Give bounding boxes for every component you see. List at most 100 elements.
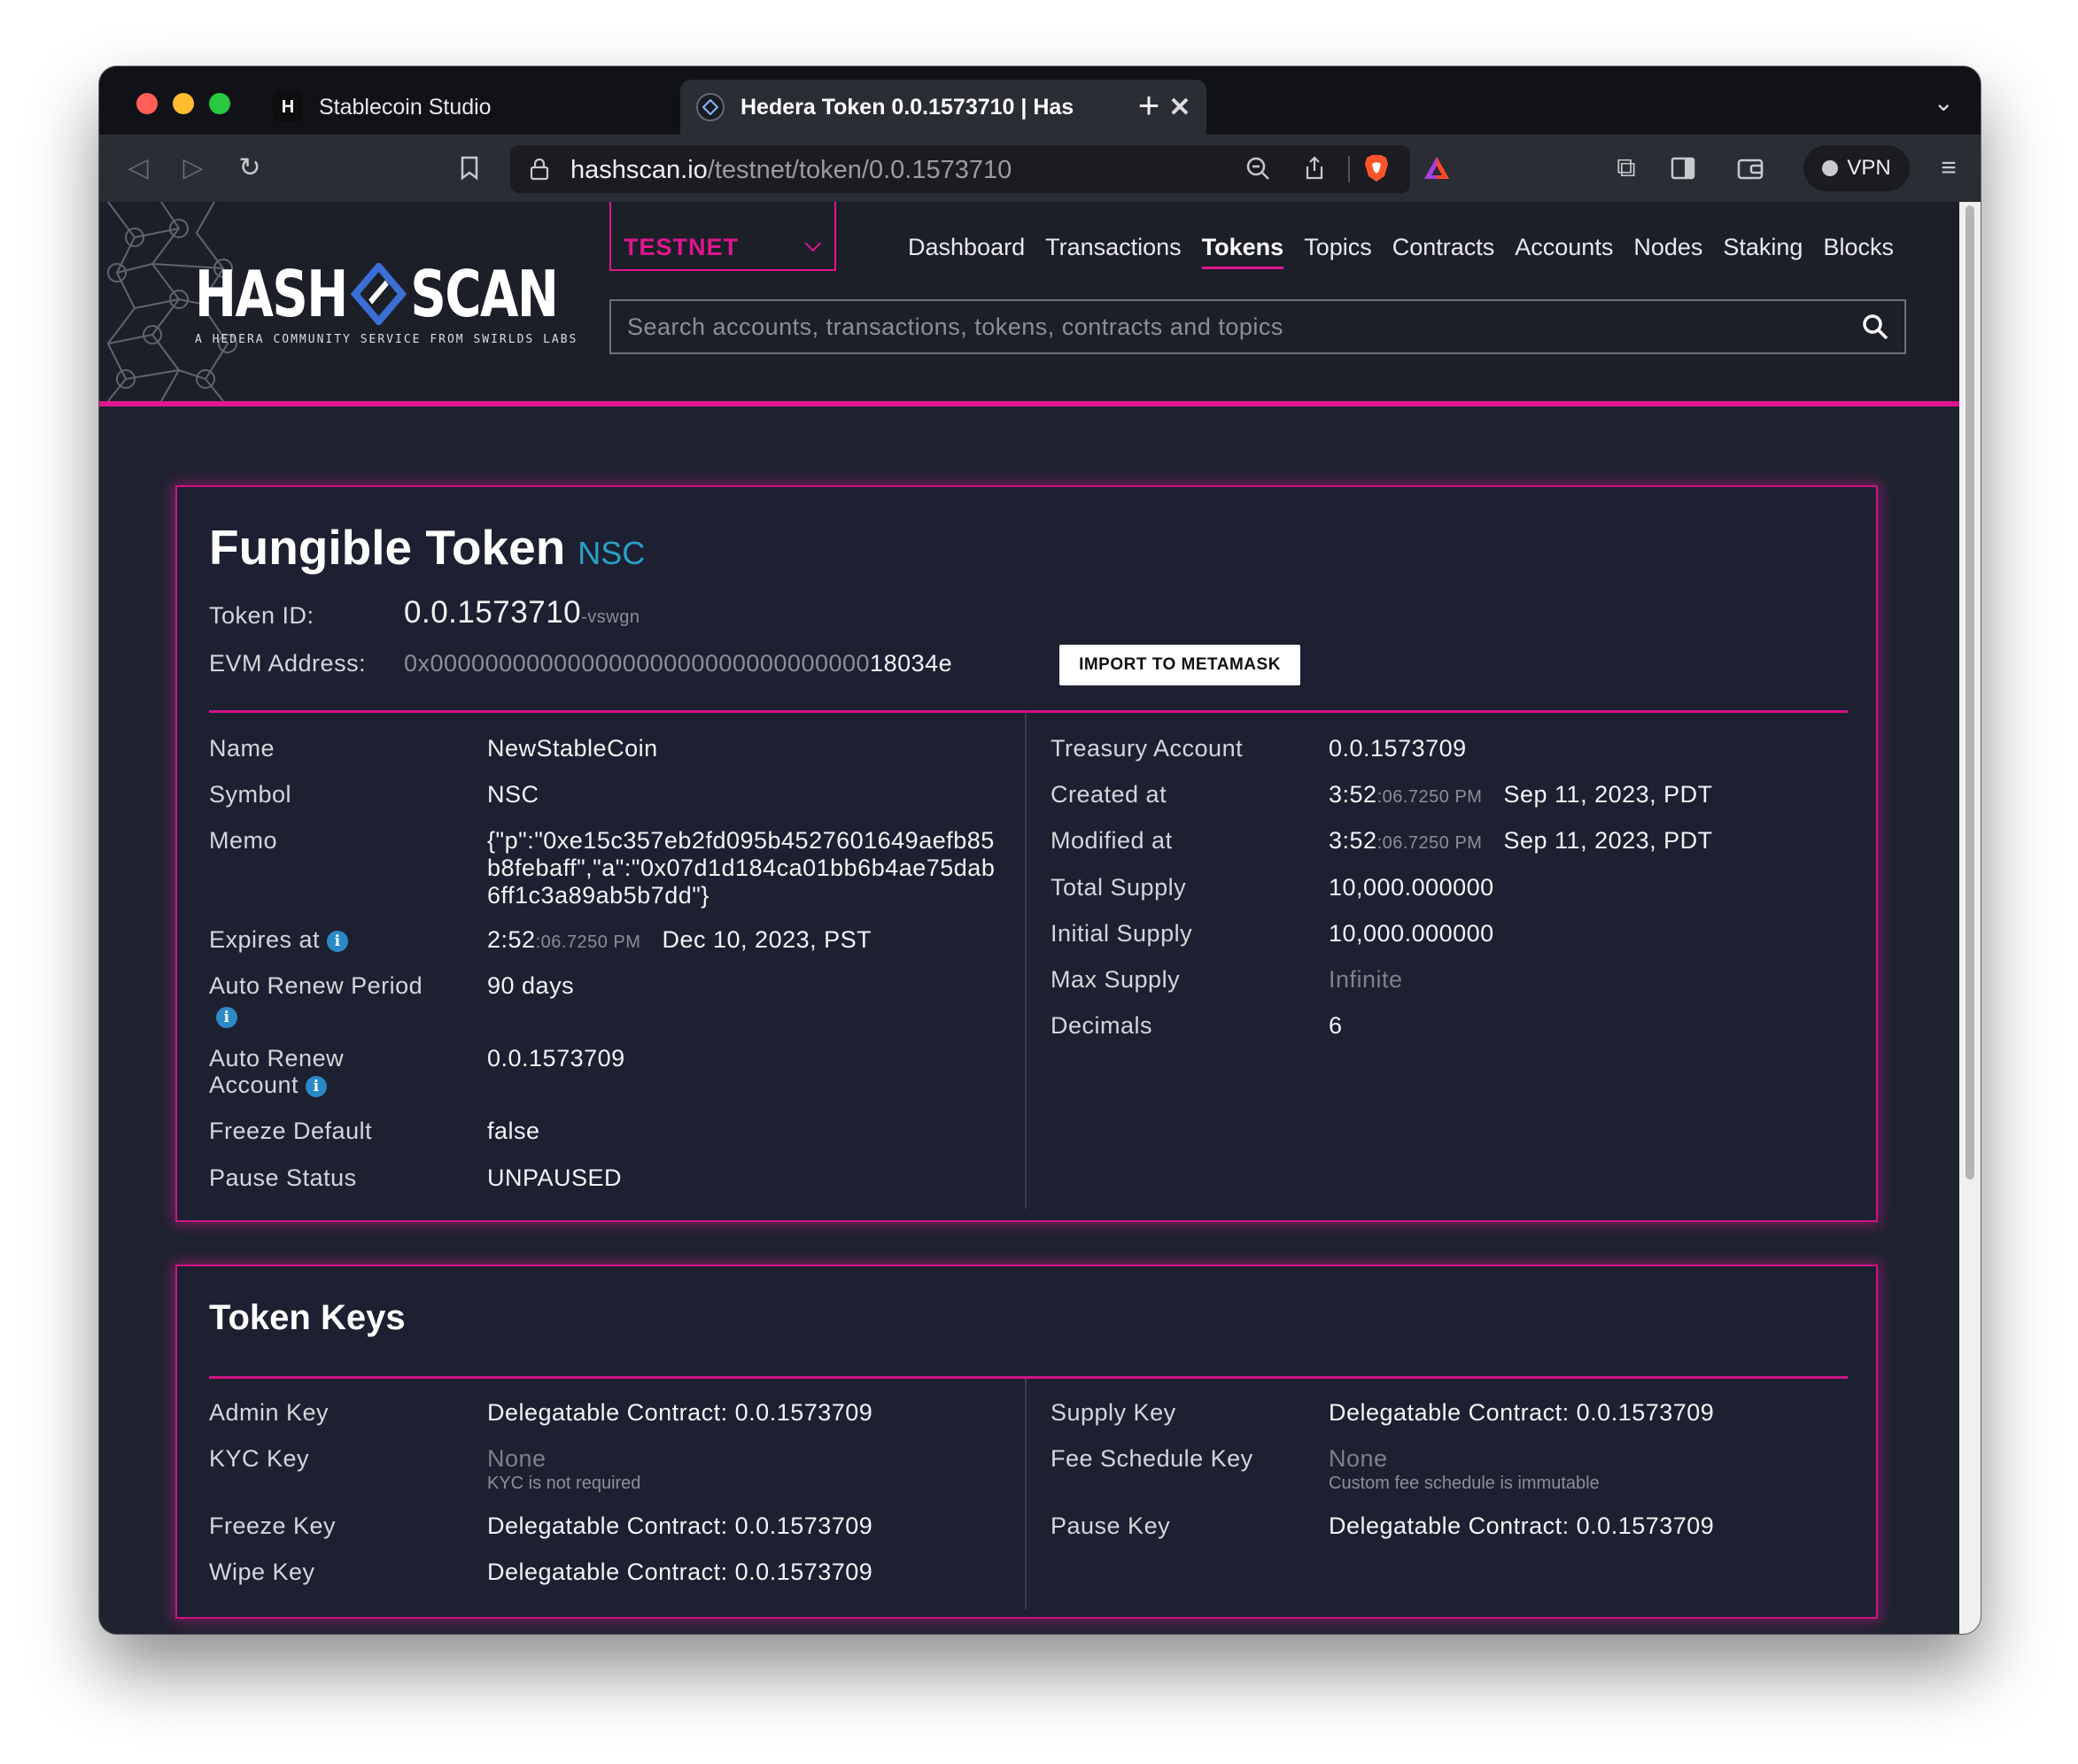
token-id-label: Token ID:: [209, 602, 314, 629]
expires-label: Expires at i: [209, 926, 349, 954]
treasury-value[interactable]: 0.0.1573709: [1329, 735, 1467, 762]
memo-value: {"p":"0xe15c357eb2fd095b4527601649aefb85…: [487, 827, 996, 909]
bookmark-icon[interactable]: [452, 151, 487, 186]
token-keys-card: Token Keys Admin Key Delegatable Contrac…: [175, 1265, 1878, 1619]
evm-address-label: EVM Address:: [209, 650, 367, 677]
search-placeholder: Search accounts, transactions, tokens, c…: [627, 313, 1283, 340]
main-nav: Dashboard Transactions Tokens Topics Con…: [908, 234, 1914, 269]
section-divider: [209, 1376, 1848, 1379]
minimize-window-button[interactable]: [173, 93, 194, 114]
name-value: NewStableCoin: [487, 735, 658, 762]
network-selector[interactable]: TESTNET ⌵: [609, 202, 836, 271]
initial-supply-label: Initial Supply: [1051, 920, 1193, 947]
wallet-icon[interactable]: [1733, 151, 1768, 186]
page-content: HASH SCAN A HEDERA COMMUNITY SERVICE FRO…: [99, 202, 1959, 1634]
browser-toolbar: ◁ ▷ ↻ hashscan.io/testnet/token/0.0.1573…: [99, 135, 1981, 203]
info-icon[interactable]: i: [306, 1075, 328, 1097]
freeze-default-label: Freeze Default: [209, 1118, 373, 1144]
page-scrollbar[interactable]: [1959, 202, 1981, 1634]
modified-label: Modified at: [1051, 827, 1173, 854]
decimals-label: Decimals: [1051, 1012, 1153, 1039]
supply-key-value[interactable]: Delegatable Contract: 0.0.1573709: [1329, 1399, 1714, 1427]
chevron-down-icon[interactable]: ⌄: [1934, 88, 1954, 117]
auto-renew-account-label: Auto Renew: [209, 1045, 345, 1072]
total-supply-label: Total Supply: [1051, 874, 1187, 901]
back-icon[interactable]: ◁: [120, 151, 156, 186]
auto-renew-account-label-2: Account i: [209, 1072, 328, 1099]
treasury-label: Treasury Account: [1051, 735, 1244, 762]
vpn-status-icon: [1822, 160, 1839, 176]
nav-accounts[interactable]: Accounts: [1515, 234, 1613, 269]
freeze-key-value[interactable]: Delegatable Contract: 0.0.1573709: [487, 1513, 872, 1540]
new-tab-icon[interactable]: +: [1127, 84, 1171, 127]
nav-blocks[interactable]: Blocks: [1823, 234, 1894, 269]
brave-rewards-icon[interactable]: [1419, 151, 1454, 186]
freeze-key-label: Freeze Key: [209, 1513, 337, 1539]
modified-value: 3:52:06.7250 PM Sep 11, 2023, PDT: [1329, 827, 1713, 854]
admin-key-value[interactable]: Delegatable Contract: 0.0.1573709: [487, 1399, 872, 1427]
chevron-down-icon: ⌵: [804, 232, 822, 256]
logo-text-left: HASH: [195, 257, 348, 331]
pause-key-label: Pause Key: [1051, 1513, 1171, 1539]
zoom-out-icon[interactable]: [1240, 151, 1275, 186]
auto-renew-account-value[interactable]: 0.0.1573709: [487, 1045, 625, 1072]
info-icon[interactable]: i: [327, 930, 349, 952]
reload-icon[interactable]: ↻: [232, 151, 268, 186]
nav-topics[interactable]: Topics: [1304, 234, 1372, 269]
hashscan-diamond-icon: [350, 263, 407, 325]
tab-bar: H Stablecoin Studio Hedera Token 0.0.157…: [99, 66, 1981, 135]
pause-key-value[interactable]: Delegatable Contract: 0.0.1573709: [1329, 1513, 1714, 1540]
scrollbar-thumb[interactable]: [1966, 205, 1974, 1180]
logo-text-right: SCAN: [410, 257, 558, 331]
nav-transactions[interactable]: Transactions: [1045, 234, 1182, 269]
share-icon[interactable]: [1297, 151, 1332, 186]
brave-shields-icon[interactable]: [1359, 151, 1394, 186]
extensions-icon[interactable]: ⧉: [1609, 151, 1644, 186]
logo-tagline: A HEDERA COMMUNITY SERVICE FROM SWIRLDS …: [195, 333, 578, 346]
page-title: Fungible Token NSC: [209, 520, 646, 575]
section-title: Token Keys: [209, 1298, 406, 1337]
column-divider: [1025, 1379, 1027, 1609]
nav-staking[interactable]: Staking: [1723, 234, 1803, 269]
search-input[interactable]: Search accounts, transactions, tokens, c…: [609, 299, 1906, 354]
pause-status-value: UNPAUSED: [487, 1164, 623, 1191]
column-divider: [1025, 713, 1027, 1209]
import-to-metamask-button[interactable]: IMPORT TO METAMASK: [1059, 645, 1300, 685]
kyc-key-note: KYC is not required: [487, 1474, 641, 1493]
created-value: 3:52:06.7250 PM Sep 11, 2023, PDT: [1329, 781, 1713, 808]
wipe-key-label: Wipe Key: [209, 1559, 315, 1585]
nav-dashboard[interactable]: Dashboard: [908, 234, 1025, 269]
hashscan-logo[interactable]: HASH SCAN A HEDERA COMMUNITY SERVICE FRO…: [195, 257, 660, 346]
token-details-card: Fungible Token NSC Token ID: 0.0.1573710-…: [175, 485, 1878, 1222]
symbol-value: NSC: [487, 781, 539, 808]
name-label: Name: [209, 735, 275, 762]
sidebar-icon[interactable]: [1665, 151, 1701, 186]
vpn-button[interactable]: VPN: [1803, 145, 1910, 191]
browser-window: H Stablecoin Studio Hedera Token 0.0.157…: [99, 66, 1981, 1634]
search-icon[interactable]: [1862, 313, 1888, 340]
address-bar[interactable]: hashscan.io/testnet/token/0.0.1573710: [510, 145, 1449, 193]
kyc-key-value: None: [487, 1445, 547, 1472]
nav-tokens[interactable]: Tokens: [1201, 234, 1284, 269]
info-icon[interactable]: i: [216, 1006, 237, 1028]
fee-schedule-key-value: None: [1329, 1445, 1388, 1472]
menu-icon[interactable]: ≡: [1931, 151, 1966, 186]
nav-nodes[interactable]: Nodes: [1633, 234, 1702, 269]
wipe-key-value[interactable]: Delegatable Contract: 0.0.1573709: [487, 1559, 872, 1586]
tab-title: Hedera Token 0.0.1573710 | Has: [740, 94, 1074, 120]
max-supply-label: Max Supply: [1051, 966, 1181, 993]
forward-icon[interactable]: ▷: [175, 151, 211, 186]
network-label: TESTNET: [624, 234, 740, 260]
decimals-value: 6: [1329, 1012, 1343, 1039]
total-supply-value: 10,000.000000: [1329, 874, 1494, 901]
symbol-badge: NSC: [578, 535, 646, 571]
zoom-window-button[interactable]: [209, 93, 230, 114]
freeze-default-value: false: [487, 1118, 540, 1144]
fee-schedule-key-note: Custom fee schedule is immutable: [1329, 1474, 1600, 1493]
kyc-key-label: KYC Key: [209, 1445, 310, 1472]
fee-schedule-key-label: Fee Schedule Key: [1051, 1445, 1253, 1472]
nav-contracts[interactable]: Contracts: [1392, 234, 1495, 269]
close-window-button[interactable]: [136, 93, 158, 114]
initial-supply-value: 10,000.000000: [1329, 920, 1494, 947]
auto-renew-period-value: 90 days: [487, 972, 575, 999]
